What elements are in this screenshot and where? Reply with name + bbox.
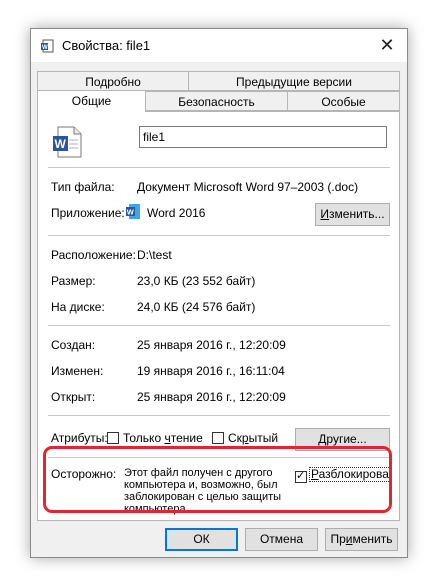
separator [48, 235, 390, 236]
cancel-button[interactable]: Отмена [245, 528, 318, 551]
disk-size-label: На диске: [51, 300, 105, 314]
attributes-label: Атрибуты: [51, 431, 108, 445]
readonly-checkbox[interactable] [107, 432, 119, 444]
tab-general[interactable]: Общие [37, 90, 146, 112]
close-icon[interactable]: ✕ [377, 35, 397, 55]
title-bar: W Свойства: file1 ✕ [31, 29, 407, 62]
apply-button[interactable]: Применить [325, 528, 398, 551]
hidden-label[interactable]: Скрытый [228, 431, 278, 445]
opened-value: 25 января 2016 г., 12:20:09 [137, 390, 286, 404]
hidden-checkbox[interactable] [212, 432, 224, 444]
word-document-icon: W [53, 126, 82, 158]
document-icon: W [41, 39, 54, 53]
location-value: D:\test [137, 248, 172, 262]
highlight-box [43, 446, 392, 513]
tab-security[interactable]: Безопасность [145, 91, 288, 111]
file-type-value: Документ Microsoft Word 97–2003 (.doc) [137, 180, 359, 194]
file-name-input[interactable]: file1 [139, 126, 387, 148]
created-label: Создан: [51, 338, 96, 352]
size-value: 23,0 КБ (23 552 байт) [137, 274, 256, 288]
modified-value: 19 января 2016 г., 16:11:04 [137, 364, 285, 378]
size-label: Размер: [51, 274, 96, 288]
readonly-label[interactable]: Только чтение [123, 431, 203, 445]
tab-previous-versions[interactable]: Предыдущие версии [188, 71, 400, 91]
disk-size-value: 24,0 КБ (24 576 байт) [137, 300, 256, 314]
created-value: 25 января 2016 г., 12:20:09 [137, 338, 286, 352]
separator [48, 415, 390, 416]
location-label: Расположение: [51, 248, 136, 262]
opened-label: Открыт: [51, 390, 96, 404]
app-label: Приложение: [51, 206, 125, 220]
app-value: Word 2016 [147, 206, 206, 220]
tab-custom[interactable]: Особые [287, 91, 400, 111]
change-button[interactable]: Изменить... [315, 203, 390, 226]
ok-button[interactable]: ОК [165, 528, 238, 551]
svg-text:W: W [55, 137, 67, 151]
window-title: Свойства: file1 [62, 38, 151, 53]
separator [48, 325, 390, 326]
separator [48, 167, 390, 168]
properties-dialog: W Свойства: file1 ✕ Подробно Предыдущие … [30, 28, 408, 558]
file-type-label: Тип файла: [51, 180, 115, 194]
svg-text:W: W [42, 45, 48, 51]
modified-label: Изменен: [51, 364, 104, 378]
tab-details[interactable]: Подробно [37, 71, 189, 91]
word-app-icon: W [126, 204, 140, 219]
svg-text:W: W [127, 208, 135, 217]
